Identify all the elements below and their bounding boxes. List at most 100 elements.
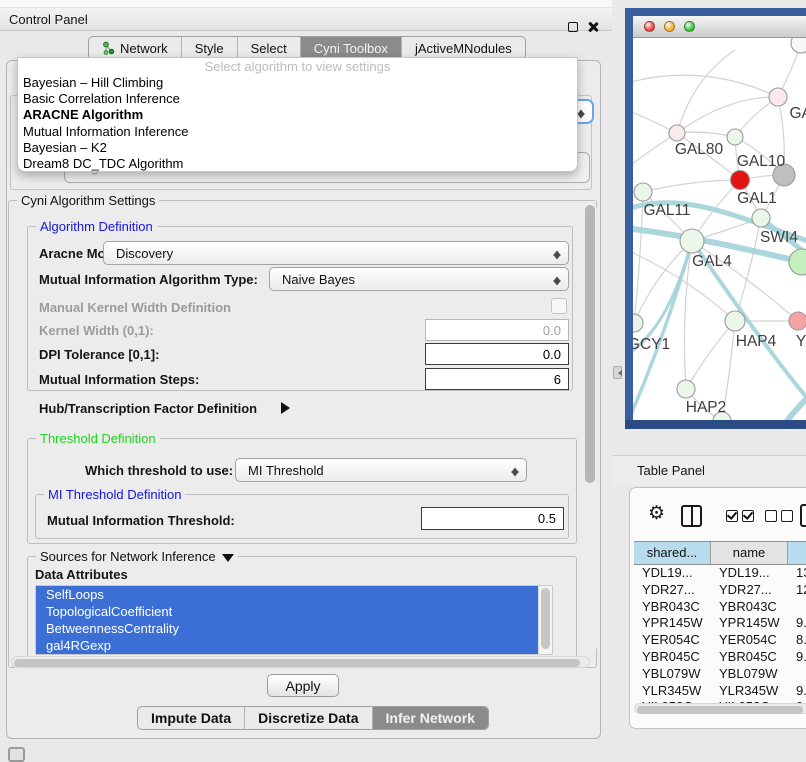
spinner-arrows-icon (577, 105, 586, 118)
tab-discretize-data[interactable]: Discretize Data (245, 707, 372, 729)
network-node[interactable] (789, 249, 806, 275)
dropdown-item[interactable]: ARACNE Algorithm (18, 107, 577, 123)
hub-definition-label: Hub/Transcription Factor Definition (39, 401, 257, 416)
show-checked-columns-icon[interactable] (726, 510, 754, 522)
mi-steps-input[interactable]: 6 (425, 368, 569, 390)
tab-select[interactable]: Select (238, 37, 301, 59)
data-attributes-list: SelfLoopsTopologicalCoefficientBetweenne… (35, 585, 553, 655)
manual-kernel-checkbox[interactable] (551, 298, 567, 314)
attribute-item[interactable]: TopologicalCoefficient (36, 603, 538, 620)
table-row[interactable]: YBR045CYBR045C9. (634, 649, 806, 666)
split-pane-handle[interactable] (613, 366, 622, 379)
settings-vscrollbar-thumb[interactable] (585, 205, 595, 483)
table-cell: 12 (788, 582, 806, 599)
network-node[interactable] (634, 183, 652, 201)
network-canvas[interactable]: GALGAL80GAL10GAL1GAL11SWI4GAL4GCY1HAP4YH… (633, 38, 806, 420)
table-toolbar: ⚙ (630, 502, 806, 528)
network-node[interactable] (669, 125, 685, 141)
network-edge (677, 50, 735, 133)
table-cell: YDR27... (634, 582, 711, 599)
which-threshold-combo[interactable]: MI Threshold (235, 458, 527, 482)
mi-type-combo[interactable]: Naive Bayes (269, 267, 569, 291)
table-cell: YBL079W (711, 666, 788, 683)
checkbox-empty-icon (781, 510, 793, 522)
collapse-down-icon[interactable] (222, 554, 234, 562)
table-row[interactable]: YER054CYER054C8. (634, 632, 806, 649)
tab-impute-data[interactable]: Impute Data (138, 707, 245, 729)
list-scrollbar-thumb[interactable] (541, 588, 550, 649)
network-node-label: HAP2 (686, 399, 727, 416)
dpi-tolerance-input[interactable]: 0.0 (425, 343, 569, 365)
close-icon[interactable] (587, 21, 599, 33)
kernel-width-input[interactable]: 0.0 (425, 319, 569, 341)
mi-threshold-input[interactable]: 0.5 (421, 507, 564, 530)
network-node[interactable] (731, 171, 750, 190)
algorithm-dropdown-popup: Select algorithm to view settings Bayesi… (17, 57, 578, 172)
table-hscrollbar-thumb[interactable] (637, 706, 803, 714)
table-hscrollbar[interactable] (634, 703, 806, 714)
table-row[interactable]: YDL19...YDL19...13 (634, 565, 806, 582)
dropdown-item[interactable]: Basic Correlation Inference (18, 91, 577, 107)
close-light-icon[interactable] (644, 21, 655, 32)
algorithm-definition-title: Algorithm Definition (36, 219, 157, 234)
dropdown-item[interactable]: Bayesian – Hill Climbing (18, 75, 577, 91)
which-threshold-value: MI Threshold (248, 463, 324, 478)
mi-type-value: Naive Bayes (282, 272, 355, 287)
table-row[interactable]: YDR27...YDR27...12 (634, 582, 806, 599)
settings-hscrollbar[interactable] (11, 656, 590, 668)
network-window-frame-bottom (625, 420, 806, 429)
network-window-titlebar[interactable] (633, 16, 806, 38)
attribute-item[interactable]: BetweennessCentrality (36, 620, 538, 637)
gear-icon[interactable]: ⚙ (648, 504, 665, 523)
table-cell: YDL19... (634, 565, 711, 582)
apply-button[interactable]: Apply (267, 674, 339, 697)
network-node[interactable] (680, 229, 704, 253)
attribute-item[interactable]: gal4RGexp (36, 637, 538, 654)
tab-infer-network[interactable]: Infer Network (373, 707, 488, 729)
tab-cyni-toolbox[interactable]: Cyni Toolbox (301, 37, 402, 59)
expand-right-icon[interactable] (281, 402, 290, 414)
network-node[interactable] (633, 314, 643, 332)
column-header[interactable]: name (711, 542, 788, 564)
aracne-mode-combo[interactable]: Discovery (103, 241, 569, 265)
document-icon[interactable] (800, 504, 806, 527)
tab-label: Discretize Data (258, 710, 358, 726)
float-window-icon[interactable] (568, 22, 578, 32)
dropdown-item[interactable]: Bayesian – K2 (18, 140, 577, 156)
settings-vscrollbar[interactable] (583, 203, 597, 653)
table-row[interactable]: YPR145WYPR145W9. (634, 615, 806, 632)
network-node-label: GAL (789, 105, 806, 122)
network-node[interactable] (727, 129, 743, 145)
bottom-tabbar: Impute Data Discretize Data Infer Network (137, 706, 489, 730)
network-node[interactable] (791, 38, 806, 53)
tab-network[interactable]: Network (89, 37, 182, 59)
cyni-settings-group: Cyni Algorithm Settings Algorithm Defini… (8, 200, 597, 668)
column-header[interactable]: shared... (634, 542, 711, 564)
table-row[interactable]: YBR043CYBR043C (634, 599, 806, 616)
table-row[interactable]: YBL079WYBL079W (634, 666, 806, 683)
dropdown-item[interactable]: Mutual Information Inference (18, 124, 577, 140)
network-node[interactable] (725, 311, 745, 331)
table-row[interactable]: YLR345WYLR345W9. (634, 683, 806, 700)
tab-label: Select (251, 41, 287, 56)
minimized-panel-grip[interactable] (8, 747, 25, 762)
manual-kernel-label: Manual Kernel Width Definition (39, 300, 231, 315)
settings-hscrollbar-thumb[interactable] (14, 659, 580, 667)
checkbox-checked-icon (726, 510, 738, 522)
split-columns-icon[interactable] (681, 505, 702, 527)
tab-jactivemnodules[interactable]: jActiveMNodules (402, 37, 525, 59)
list-scrollbar[interactable] (538, 586, 552, 654)
zoom-light-icon[interactable] (684, 21, 695, 32)
table-body: YDL19...YDL19...13YDR27...YDR27...12YBR0… (634, 565, 806, 709)
dropdown-item[interactable]: Dream8 DC_TDC Algorithm (18, 156, 577, 172)
network-node[interactable] (677, 380, 695, 398)
minimize-light-icon[interactable] (664, 21, 675, 32)
hide-columns-icon[interactable] (765, 510, 793, 522)
tab-style[interactable]: Style (182, 37, 238, 59)
control-panel-titlebar: Control Panel (0, 8, 612, 31)
network-node[interactable] (769, 88, 787, 106)
network-node[interactable] (752, 209, 770, 227)
column-header[interactable] (788, 542, 806, 564)
attribute-item[interactable]: SelfLoops (36, 586, 538, 603)
network-node[interactable] (789, 312, 806, 330)
